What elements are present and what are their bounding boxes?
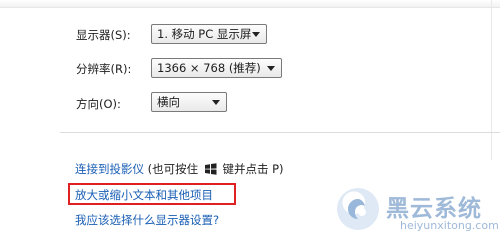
projector-hint-prefix: (也可按住: [144, 162, 202, 176]
orientation-select-value: 横向: [157, 95, 180, 109]
right-edge: [491, 0, 492, 160]
display-label: 显示器(S):: [76, 28, 131, 42]
projector-hint-suffix: 键并点击 P): [218, 162, 284, 176]
display-settings-help-link[interactable]: 我应该选择什么显示器设置?: [75, 212, 219, 228]
resolution-select[interactable]: 1366 × 768 (推荐): [151, 58, 282, 78]
orientation-select[interactable]: 横向: [151, 92, 227, 112]
resolution-label: 分辨率(R):: [76, 62, 132, 76]
section-divider: [60, 132, 500, 133]
connect-projector-link[interactable]: 连接到投影仪: [75, 162, 144, 176]
resolution-select-value: 1366 × 768 (推荐): [157, 61, 261, 75]
windows-logo-icon: [204, 163, 217, 175]
orientation-label: 方向(O):: [76, 97, 121, 111]
highlight-box: [68, 183, 236, 205]
chevron-down-icon: [212, 100, 220, 105]
cloud-logo-icon: [337, 188, 379, 230]
chevron-down-icon: [252, 32, 260, 37]
projector-row: 连接到投影仪 (也可按住 键并点击 P): [75, 161, 284, 177]
chevron-down-icon: [267, 66, 275, 71]
watermark-url: heiyunxitong.com: [400, 219, 499, 232]
top-strip: [0, 0, 500, 8]
display-select-value: 1. 移动 PC 显示屏: [157, 27, 252, 41]
watermark-title: 黑云系统: [386, 196, 482, 222]
display-select[interactable]: 1. 移动 PC 显示屏: [151, 24, 267, 44]
